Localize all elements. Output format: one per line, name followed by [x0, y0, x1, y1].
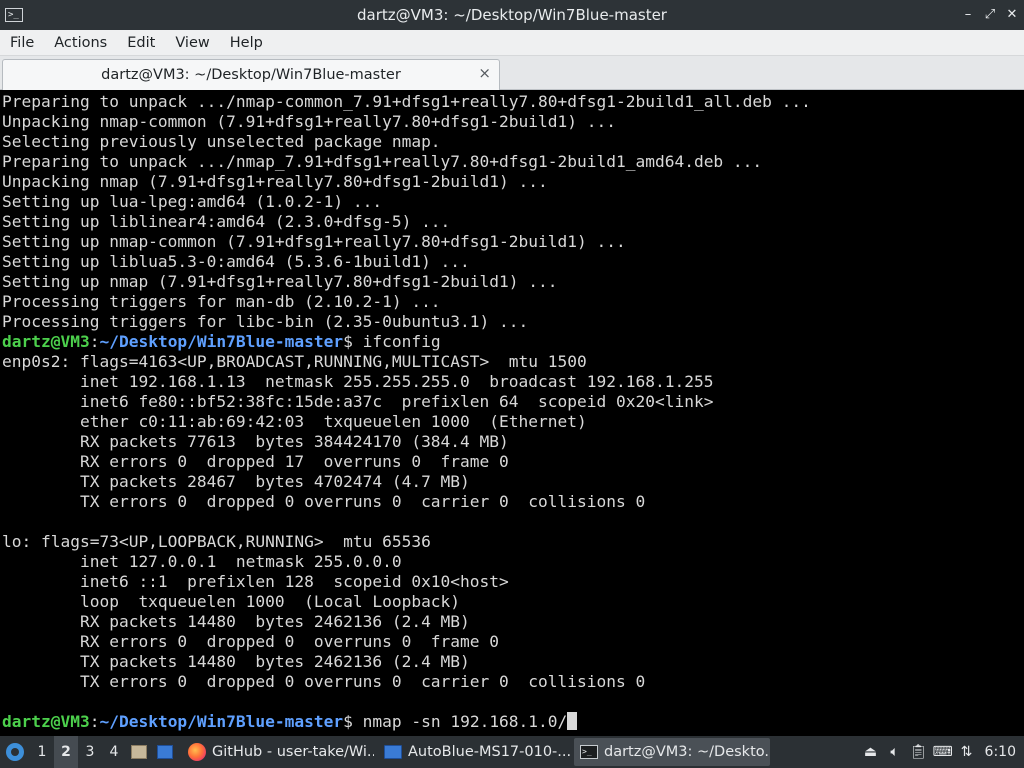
- prompt-user: dartz@VM3: [2, 332, 90, 351]
- terminal-line: RX packets 77613 bytes 384424170 (384.4 …: [2, 432, 509, 451]
- terminal-line: lo: flags=73<UP,LOOPBACK,RUNNING> mtu 65…: [2, 532, 431, 551]
- clock[interactable]: 6:10: [979, 736, 1024, 768]
- show-desktop-button[interactable]: [152, 736, 178, 768]
- terminal-line: Processing triggers for libc-bin (2.35-0…: [2, 312, 529, 331]
- prompt-colon: :: [89, 332, 100, 351]
- task-terminal[interactable]: >_ dartz@VM3: ~/Deskto...: [574, 738, 770, 766]
- file-manager-icon: [131, 745, 147, 759]
- terminal-line: Setting up nmap-common (7.91+dfsg1+reall…: [2, 232, 626, 251]
- terminal-line: ether c0:11:ab:69:42:03 txqueuelen 1000 …: [2, 412, 587, 431]
- text-cursor: [567, 712, 578, 730]
- workspace-3[interactable]: 3: [78, 736, 102, 768]
- menu-file[interactable]: File: [0, 30, 44, 56]
- menu-view[interactable]: View: [165, 30, 219, 56]
- volume-icon[interactable]: 🔈︎: [883, 736, 907, 768]
- terminal-line: TX packets 28467 bytes 4702474 (4.7 MB): [2, 472, 470, 491]
- firefox-icon: [188, 743, 206, 761]
- terminal-line: Setting up liblinear4:amd64 (2.3.0+dfsg-…: [2, 212, 451, 231]
- terminal-line: RX errors 0 dropped 0 overruns 0 frame 0: [2, 632, 500, 651]
- task-firefox[interactable]: GitHub - user-take/Wi...: [182, 738, 374, 766]
- window-controls: – ⤢ ✕: [962, 0, 1018, 30]
- prompt-symbol: $: [343, 332, 353, 351]
- clipboard-icon[interactable]: 📋︎: [907, 736, 931, 768]
- terminal-line: enp0s2: flags=4163<UP,BROADCAST,RUNNING,…: [2, 352, 587, 371]
- tab-bar: dartz@VM3: ~/Desktop/Win7Blue-master ×: [0, 56, 1024, 90]
- terminal-line: loop txqueuelen 1000 (Local Loopback): [2, 592, 461, 611]
- terminal-output[interactable]: Preparing to unpack .../nmap-common_7.91…: [0, 90, 1024, 736]
- terminal-line: inet6 ::1 prefixlen 128 scopeid 0x10<hos…: [2, 572, 509, 591]
- task-label: GitHub - user-take/Wi...: [212, 744, 374, 760]
- terminal-line: RX errors 0 dropped 17 overruns 0 frame …: [2, 452, 509, 471]
- terminal-line: Processing triggers for man-db (2.10.2-1…: [2, 292, 441, 311]
- window-titlebar[interactable]: >_ dartz@VM3: ~/Desktop/Win7Blue-master …: [0, 0, 1024, 30]
- window-title: dartz@VM3: ~/Desktop/Win7Blue-master: [357, 6, 667, 24]
- command-input[interactable]: nmap -sn 192.168.1.0/: [353, 712, 568, 731]
- terminal-line: Selecting previously unselected package …: [2, 132, 441, 151]
- terminal-prompt-line: dartz@VM3:~/Desktop/Win7Blue-master$ ifc…: [0, 332, 1024, 352]
- desktop-icon: [157, 745, 173, 759]
- terminal-line: Setting up nmap (7.91+dfsg1+really7.80+d…: [2, 272, 558, 291]
- terminal-line: Unpacking nmap (7.91+dfsg1+really7.80+df…: [2, 172, 548, 191]
- terminal-icon: >_: [580, 745, 598, 759]
- workspace-1[interactable]: 1: [30, 736, 54, 768]
- tab-terminal[interactable]: dartz@VM3: ~/Desktop/Win7Blue-master ×: [2, 59, 500, 90]
- minimize-button[interactable]: –: [962, 8, 974, 21]
- maximize-button[interactable]: ⤢: [984, 8, 996, 21]
- menu-bar: File Actions Edit View Help: [0, 30, 1024, 56]
- tab-close-icon[interactable]: ×: [478, 64, 491, 82]
- tab-label: dartz@VM3: ~/Desktop/Win7Blue-master: [101, 67, 401, 83]
- start-menu-button[interactable]: [0, 736, 30, 768]
- terminal-line: inet 127.0.0.1 netmask 255.0.0.0: [2, 552, 402, 571]
- workspace-4[interactable]: 4: [102, 736, 126, 768]
- menu-actions[interactable]: Actions: [44, 30, 117, 56]
- terminal-line: TX errors 0 dropped 0 overruns 0 carrier…: [2, 492, 646, 511]
- prompt-symbol: $: [343, 712, 353, 731]
- folder-icon: [384, 745, 402, 759]
- terminal-icon[interactable]: >_: [5, 8, 23, 22]
- task-file-manager[interactable]: AutoBlue-MS17-010-...: [378, 738, 570, 766]
- terminal-line: RX packets 14480 bytes 2462136 (2.4 MB): [2, 612, 470, 631]
- prompt-command: ifconfig: [352, 332, 441, 351]
- menu-help[interactable]: Help: [220, 30, 273, 56]
- terminal-line: Setting up lua-lpeg:amd64 (1.0.2-1) ...: [2, 192, 383, 211]
- terminal-line: inet6 fe80::bf52:38fc:15de:a37c prefixle…: [2, 392, 714, 411]
- task-label: AutoBlue-MS17-010-...: [408, 744, 570, 760]
- terminal-line: inet 192.168.1.13 netmask 255.255.255.0 …: [2, 372, 714, 391]
- menu-edit[interactable]: Edit: [117, 30, 165, 56]
- prompt-path: ~/Desktop/Win7Blue-master: [99, 332, 344, 351]
- terminal-line: Unpacking nmap-common (7.91+dfsg1+really…: [2, 112, 616, 131]
- terminal-line: TX errors 0 dropped 0 overruns 0 carrier…: [2, 672, 646, 691]
- terminal-prompt-line[interactable]: dartz@VM3:~/Desktop/Win7Blue-master$ nma…: [0, 712, 1024, 732]
- close-button[interactable]: ✕: [1006, 8, 1018, 21]
- prompt-colon: :: [89, 712, 100, 731]
- file-manager-launcher[interactable]: [126, 736, 152, 768]
- keyboard-icon[interactable]: ⌨: [931, 736, 955, 768]
- network-icon[interactable]: ⇅: [955, 736, 979, 768]
- terminal-line: TX packets 14480 bytes 2462136 (2.4 MB): [2, 652, 470, 671]
- task-label: dartz@VM3: ~/Deskto...: [604, 744, 770, 760]
- eject-icon[interactable]: ⏏: [859, 736, 883, 768]
- terminal-line: Preparing to unpack .../nmap-common_7.91…: [2, 92, 811, 111]
- prompt-user: dartz@VM3: [2, 712, 90, 731]
- prompt-path: ~/Desktop/Win7Blue-master: [99, 712, 344, 731]
- taskbar: 1 2 3 4 GitHub - user-take/Wi... AutoBlu…: [0, 736, 1024, 768]
- system-tray: ⏏ 🔈︎ 📋︎ ⌨ ⇅ 6:10: [859, 736, 1024, 768]
- terminal-line: Preparing to unpack .../nmap_7.91+dfsg1+…: [2, 152, 763, 171]
- workspace-2[interactable]: 2: [54, 736, 78, 768]
- terminal-line: Setting up liblua5.3-0:amd64 (5.3.6-1bui…: [2, 252, 470, 271]
- lubuntu-logo-icon: [6, 743, 24, 761]
